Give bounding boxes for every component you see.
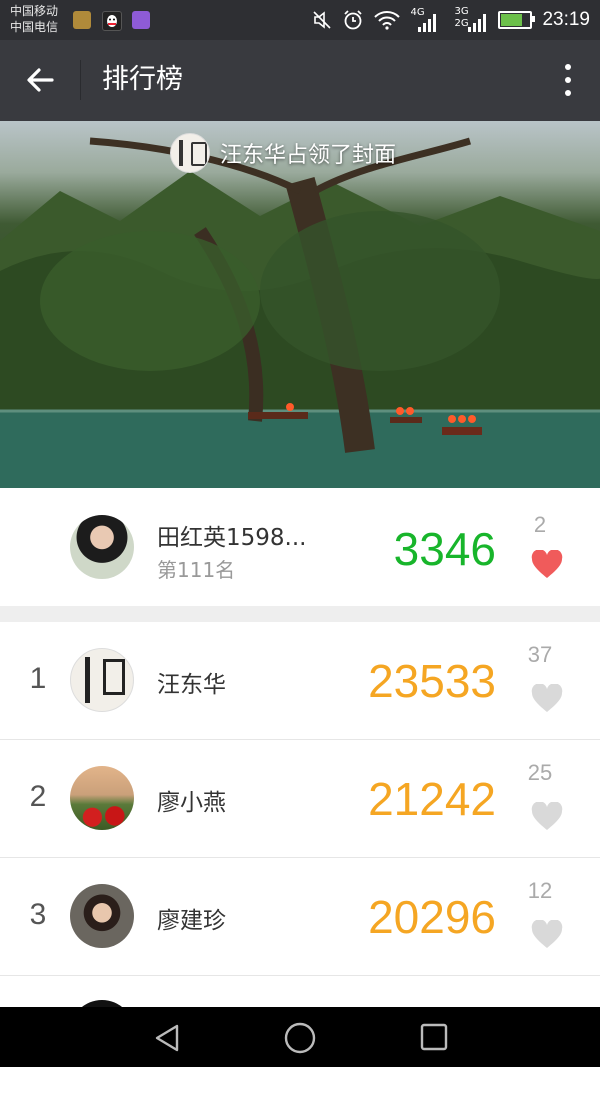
signal-3g-2g: 3G 2G (454, 6, 488, 32)
page-title: 排行榜 (102, 64, 183, 95)
mute-icon (313, 11, 332, 29)
system-nav-bar (0, 1007, 600, 1067)
user-name: 廖小燕 (157, 790, 226, 816)
app-bar: 排行榜 (0, 40, 600, 121)
nav-back-icon[interactable] (153, 1023, 183, 1053)
rank-number: 2 (29, 780, 47, 813)
table-row[interactable]: 1 汪东华 23533 37 (0, 622, 600, 740)
clock: 23:19 (542, 9, 590, 30)
qq-notification-icon (102, 11, 122, 31)
app-notification-icon (73, 11, 91, 29)
my-rank-card[interactable]: 田红英1598... 第111名 3346 2 (0, 488, 600, 606)
section-divider (0, 606, 600, 622)
carrier-2: 中国电信 (10, 20, 59, 34)
cover-image[interactable]: 汪东华占领了封面 (0, 121, 600, 488)
cover-banner-text: 汪东华占领了封面 (220, 143, 397, 168)
like-count: 2 (533, 512, 547, 537)
signal-4g: 4G (410, 7, 444, 32)
carrier-1: 中国移动 (10, 4, 59, 18)
avatar (70, 766, 134, 830)
like-count: 25 (527, 760, 553, 785)
like-count: 37 (527, 642, 553, 667)
alarm-icon (344, 10, 363, 30)
avatar (70, 884, 134, 948)
avatar (70, 648, 134, 712)
rank-position: 第111名 (157, 558, 236, 582)
app-bar-divider (80, 60, 81, 100)
rank-number: 1 (29, 662, 47, 695)
step-count: 23533 (368, 655, 496, 707)
status-icons: 4G 3G 2G 23:19 (312, 0, 590, 40)
rank-number: 3 (29, 898, 47, 931)
step-count: 3346 (393, 523, 496, 575)
user-name: 汪东华 (157, 672, 226, 698)
table-row[interactable]: 3 廖建珍 20296 12 (0, 858, 600, 976)
cover-banner: 汪东华占领了封面 (170, 133, 396, 173)
carrier-labels: 中国移动 中国电信 (10, 3, 58, 35)
heart-icon[interactable] (531, 802, 563, 832)
more-options-icon[interactable] (564, 64, 572, 100)
status-bar: 中国移动 中国电信 4G 3G 2G 23:19 (0, 0, 600, 40)
cover-scenery (0, 137, 600, 488)
battery-icon (498, 11, 536, 29)
wifi-icon (374, 11, 401, 30)
user-name: 廖建珍 (157, 908, 226, 934)
avatar (70, 515, 134, 579)
like-count: 12 (527, 878, 553, 903)
table-row[interactable]: 2 廖小燕 21242 25 (0, 740, 600, 858)
user-name: 田红英1598... (157, 525, 307, 551)
heart-icon[interactable] (531, 920, 563, 950)
nav-home-icon[interactable] (284, 1022, 316, 1054)
back-arrow-icon[interactable] (22, 62, 58, 98)
heart-icon[interactable] (531, 550, 563, 580)
step-count: 21242 (368, 773, 496, 825)
nav-recent-apps-icon[interactable] (420, 1023, 448, 1051)
heart-icon[interactable] (531, 684, 563, 714)
gallery-notification-icon (132, 11, 150, 29)
step-count: 20296 (368, 891, 496, 943)
cover-owner-avatar (170, 133, 210, 173)
